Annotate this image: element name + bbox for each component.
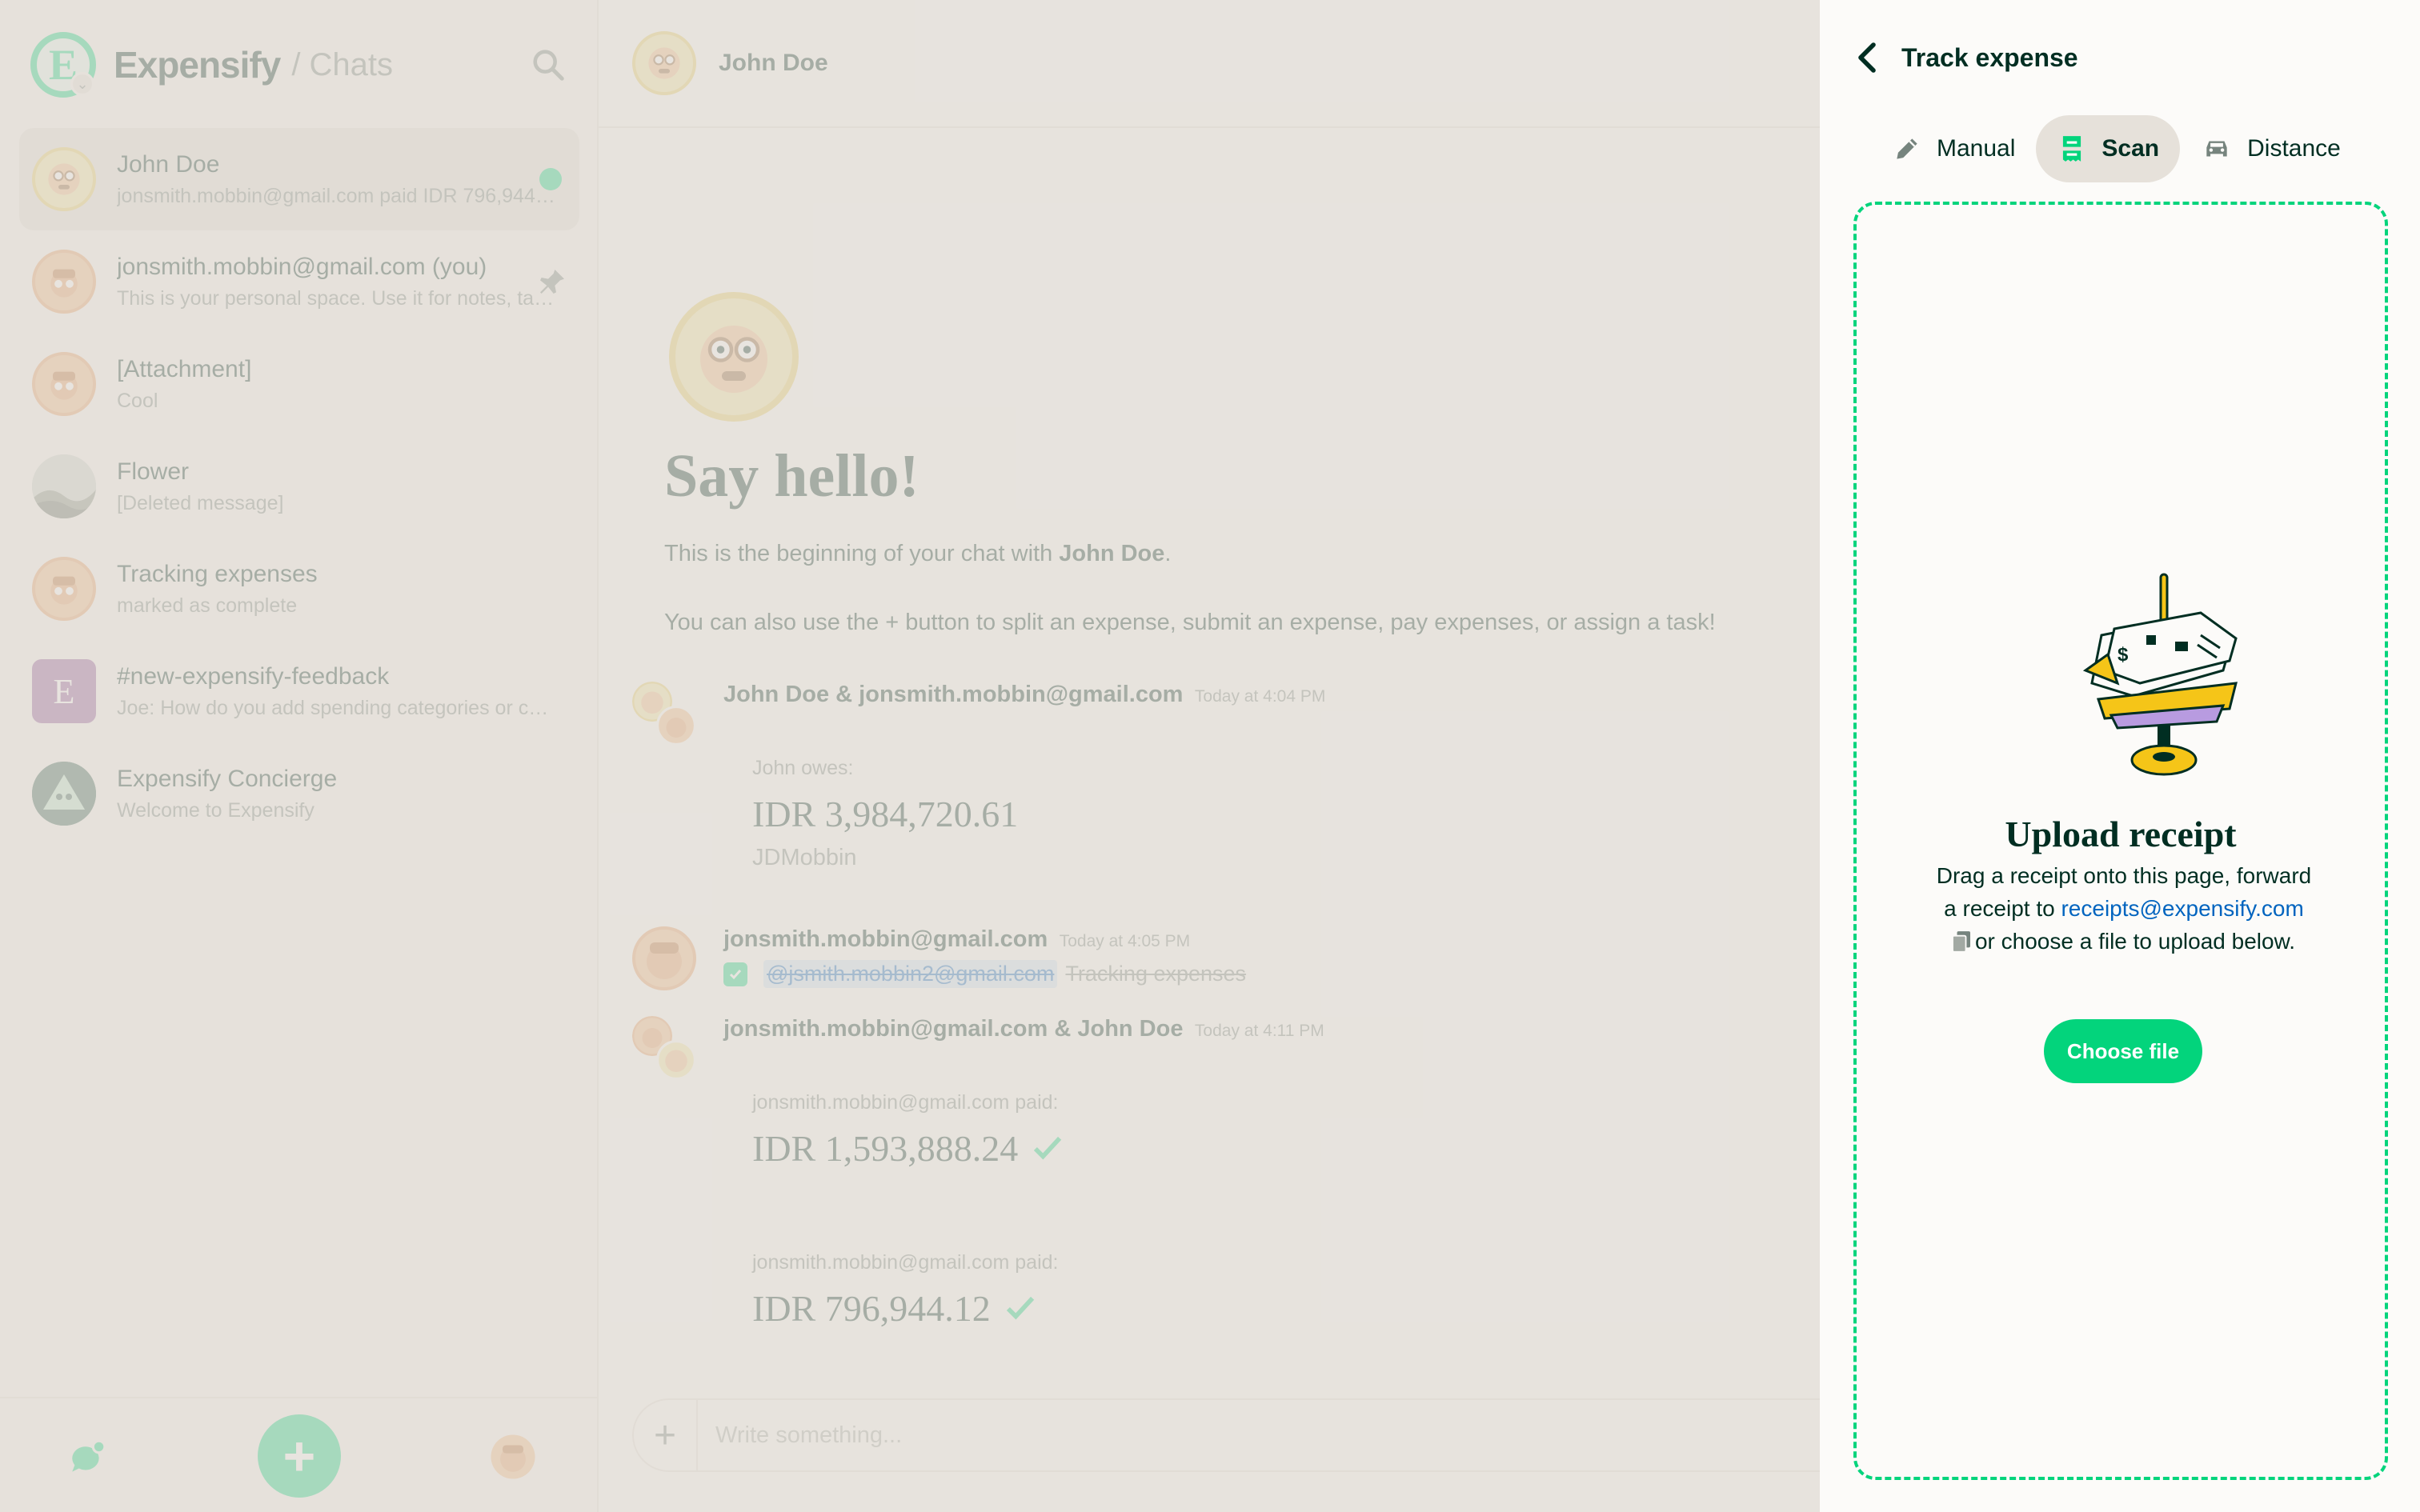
car-icon xyxy=(2206,141,2227,157)
upload-line-1: Drag a receipt onto this page, forward xyxy=(1936,863,2312,888)
expense-type-tabs: Manual Scan Distance xyxy=(1871,115,2362,182)
pencil-icon xyxy=(1897,138,1917,159)
upload-line-3-text: or choose a file to upload below. xyxy=(1974,929,2296,954)
svg-text:$: $ xyxy=(2118,644,2129,666)
modal-backdrop[interactable] xyxy=(0,0,1820,1512)
upload-title: Upload receipt xyxy=(2005,814,2237,854)
choose-file-button[interactable]: Choose file xyxy=(2044,1019,2202,1083)
upload-description: Drag a receipt onto this page, forward a… xyxy=(1905,859,2343,958)
panel-header: Track expense xyxy=(1852,38,2078,77)
receipt-drop-zone[interactable]: $ Upload receipt Drag a receipt onto thi… xyxy=(1853,202,2388,1480)
receipt-scan-icon xyxy=(2059,136,2085,162)
panel-title: Track expense xyxy=(1901,42,2078,72)
tab-label: Manual xyxy=(1937,135,2016,162)
track-expense-panel: Track expense Manual Scan Distance $ Upl… xyxy=(1820,0,2420,1512)
tab-scan[interactable]: Scan xyxy=(2036,115,2181,182)
receipt-spike-illustration: $ xyxy=(2082,573,2238,776)
back-chevron-icon[interactable] xyxy=(1852,38,1882,77)
tab-manual[interactable]: Manual xyxy=(1871,115,2036,182)
tab-distance[interactable]: Distance xyxy=(2180,115,2362,182)
copy-icon[interactable] xyxy=(1952,931,1970,952)
receipts-email-link[interactable]: receipts@expensify.com xyxy=(2061,896,2303,921)
tab-label: Distance xyxy=(2247,135,2341,162)
upload-line-3: or choose a file to upload below. xyxy=(1905,925,2343,958)
tab-label: Scan xyxy=(2101,135,2160,162)
upload-line-2-prefix: a receipt to xyxy=(1944,896,2061,921)
upload-line-2: a receipt to receipts@expensify.com xyxy=(1905,892,2343,925)
